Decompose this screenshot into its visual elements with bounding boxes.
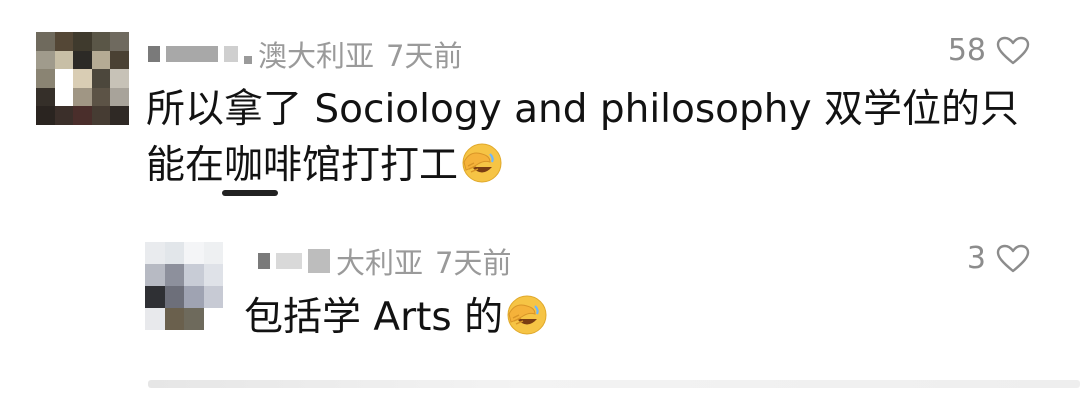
location-label: 澳大利亚 <box>258 39 375 73</box>
avatar-pixel <box>36 87 55 107</box>
username-redacted[interactable] <box>258 249 330 273</box>
avatar-pixel <box>54 50 74 70</box>
comment-meta: 澳大利亚 7天前 <box>148 34 462 74</box>
avatar-pixel <box>184 264 204 286</box>
avatar-pixel <box>73 87 92 107</box>
avatar-pixel <box>184 286 204 308</box>
avatar-pixel <box>91 87 111 107</box>
like-button[interactable]: 58 <box>948 33 1030 68</box>
avatar-pixel <box>110 50 129 70</box>
like-button[interactable]: 3 <box>967 241 1030 276</box>
avatar-pixel <box>164 242 184 264</box>
avatar[interactable] <box>145 242 223 330</box>
avatar-pixel <box>110 69 129 88</box>
avatar[interactable] <box>36 32 129 125</box>
comment-body: 包括学 Arts 的 <box>244 295 504 340</box>
avatar-pixel <box>54 87 74 107</box>
comment-meta: 大利亚 7天前 <box>258 241 511 281</box>
avatar-pixel <box>54 69 74 88</box>
avatar-pixel <box>145 264 165 286</box>
comment-body: 所以拿了 Sociology and philosophy 双学位的只能在咖啡馆… <box>146 87 1019 188</box>
avatar-pixel <box>145 242 165 264</box>
avatar-pixel <box>73 106 92 125</box>
avatar-pixel <box>36 50 55 70</box>
avatar-pixel <box>145 308 165 330</box>
comment-text: 所以拿了 Sociology and philosophy 双学位的只能在咖啡馆… <box>146 82 1036 194</box>
avatar-pixel <box>164 286 184 308</box>
avatar-pixel <box>184 242 204 264</box>
like-count: 58 <box>947 33 986 68</box>
text-cursor-mark <box>222 190 278 196</box>
avatar-pixel <box>145 286 165 308</box>
avatar-pixel <box>203 286 223 308</box>
avatar-pixel <box>36 32 55 51</box>
location-label: 大利亚 <box>336 246 424 280</box>
timestamp: 7天前 <box>386 39 463 73</box>
avatar-pixel <box>164 264 184 286</box>
heart-icon[interactable] <box>996 36 1030 66</box>
avatar-pixel <box>164 308 184 330</box>
heart-icon[interactable] <box>996 244 1030 274</box>
avatar-pixel <box>184 308 204 330</box>
avatar-pixel <box>110 32 129 51</box>
avatar-pixel <box>54 106 74 125</box>
timestamp: 7天前 <box>435 246 512 280</box>
username-redacted[interactable] <box>148 44 252 64</box>
avatar-pixel <box>91 69 111 88</box>
avatar-pixel <box>203 242 223 264</box>
avatar-pixel <box>203 264 223 286</box>
avatar-pixel <box>91 50 111 70</box>
like-count: 3 <box>966 241 986 276</box>
avatar-pixel <box>110 106 129 125</box>
avatar-pixel <box>91 32 111 51</box>
avatar-pixel <box>110 87 129 107</box>
avatar-pixel <box>73 50 92 70</box>
avatar-pixel <box>54 32 74 51</box>
avatar-pixel <box>73 32 92 51</box>
avatar-pixel <box>36 69 55 88</box>
avatar-pixel <box>73 69 92 88</box>
comment-text: 包括学 Arts 的 <box>244 290 549 346</box>
next-item-edge <box>148 380 1080 388</box>
face-palm-emoji <box>460 140 504 184</box>
avatar-pixel <box>203 308 223 330</box>
avatar-pixel <box>36 106 55 125</box>
face-palm-emoji <box>505 292 549 336</box>
avatar-pixel <box>91 106 111 125</box>
